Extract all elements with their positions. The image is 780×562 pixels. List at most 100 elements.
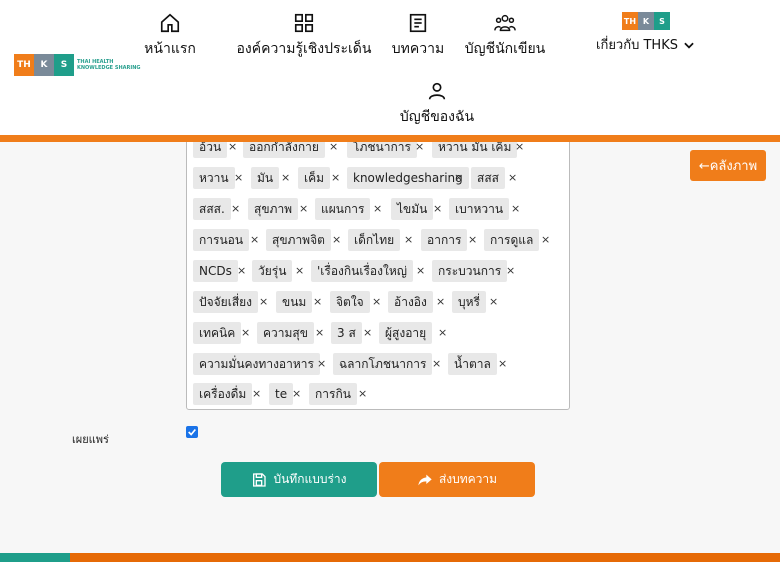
tag-remove-icon[interactable]: × (433, 198, 442, 220)
nav-about[interactable]: TH K S เกี่ยวกับ THKS (596, 12, 696, 55)
tag: เค็ม (298, 167, 331, 189)
tag: สุขภาพ (248, 198, 299, 220)
tag-remove-icon[interactable]: × (315, 322, 324, 344)
users-icon (494, 14, 516, 32)
tag: ความมั่นคงทางอาหาร (193, 353, 320, 375)
logo-letters-th: TH (14, 54, 34, 76)
tag-remove-icon[interactable]: × (358, 383, 367, 405)
tag: เครื่องดื่ม (193, 383, 253, 405)
nav-articles[interactable]: บทความ (388, 12, 448, 60)
site-logo[interactable]: TH K S THAI HEALTH KNOWLEDGE SHARING (14, 54, 141, 76)
header-accent-bar (0, 135, 780, 142)
tag-remove-icon[interactable]: × (259, 291, 268, 313)
tag-remove-icon[interactable]: × (281, 167, 290, 189)
tag: ผู้สูงอายุ (379, 322, 433, 344)
check-icon (188, 428, 196, 436)
nav-my-account-label: บัญชีของฉัน (399, 109, 475, 125)
tag: สสส. (193, 198, 231, 220)
tag: สสส (471, 167, 505, 189)
tag: ฉลากโภชนาการ (333, 353, 433, 375)
tag: การกิน (309, 383, 357, 405)
tag-remove-icon[interactable]: × (404, 229, 413, 251)
tag-input-box[interactable]: อ้วน × ออกกำลังกาย × โภชนาการ × หวาน มัน… (186, 120, 570, 410)
nav-topics-label: องค์ความรู้เชิงประเด็น (236, 41, 372, 57)
tag: น้ำตาล (448, 353, 497, 375)
nav-writers[interactable]: บัญชีนักเขียน (462, 12, 548, 60)
tag-remove-icon[interactable]: × (373, 198, 382, 220)
tag: ไขมัน (391, 198, 434, 220)
tag-remove-icon[interactable]: × (250, 229, 259, 251)
tag-remove-icon[interactable]: × (489, 291, 498, 313)
tag: ปัจจัยเสี่ยง (193, 291, 259, 313)
share-arrow-icon (418, 474, 432, 485)
tag: 3 ส (331, 322, 362, 344)
tag-remove-icon[interactable]: × (506, 260, 515, 282)
nav-writers-label: บัญชีนักเขียน (464, 41, 546, 57)
tag-remove-icon[interactable]: × (292, 383, 301, 405)
tag: 'เรื่องกินเรื่องใหญ่ (311, 260, 413, 282)
tag: หวาน (193, 167, 235, 189)
submit-article-label: ส่งบทความ (438, 472, 498, 486)
tag-remove-icon[interactable]: × (438, 322, 447, 344)
nav-articles-label: บทความ (391, 41, 445, 57)
about-logo: TH K S (622, 12, 670, 30)
tag-remove-icon[interactable]: × (372, 291, 381, 313)
tag-remove-icon[interactable]: × (313, 291, 322, 313)
tag-remove-icon[interactable]: × (237, 260, 246, 282)
submit-article-button[interactable]: ส่งบทความ (379, 462, 535, 497)
tag-remove-icon[interactable]: × (498, 353, 507, 375)
tag: บุหรี่ (452, 291, 486, 313)
tag-remove-icon[interactable]: × (541, 229, 550, 251)
image-gallery-button[interactable]: ←คลังภาพ (690, 150, 766, 181)
grid-icon (294, 13, 314, 33)
tag-remove-icon[interactable]: × (331, 167, 340, 189)
tag-remove-icon[interactable]: × (231, 198, 240, 220)
save-draft-button[interactable]: บันทึกแบบร่าง (221, 462, 377, 497)
about-logo-k: K (638, 12, 654, 30)
user-icon (428, 82, 446, 100)
about-logo-s: S (654, 12, 670, 30)
tag-remove-icon[interactable]: × (363, 322, 372, 344)
tag-remove-icon[interactable]: × (234, 167, 243, 189)
save-draft-label: บันทึกแบบร่าง (273, 472, 347, 486)
tag: การดูแล (484, 229, 540, 251)
tag-remove-icon[interactable]: × (317, 353, 326, 375)
logo-letters-s: S (54, 54, 74, 76)
tag-remove-icon[interactable]: × (252, 383, 261, 405)
tag-remove-icon[interactable]: × (332, 229, 341, 251)
tag: วัยรุ่น (252, 260, 293, 282)
chevron-down-icon (684, 42, 694, 49)
footer-bar-orange (70, 553, 780, 562)
site-header: TH K S THAI HEALTH KNOWLEDGE SHARING หน้… (0, 0, 780, 135)
tag: te (269, 383, 294, 405)
tag-remove-icon[interactable]: × (508, 167, 517, 189)
tag: อาการ (421, 229, 468, 251)
nav-home[interactable]: หน้าแรก (142, 12, 198, 60)
tag-remove-icon[interactable]: × (416, 260, 425, 282)
nav-my-account[interactable]: บัญชีของฉัน (392, 80, 482, 128)
nav-home-label: หน้าแรก (144, 41, 196, 57)
publish-checkbox[interactable] (186, 426, 198, 438)
tag-remove-icon[interactable]: × (511, 198, 520, 220)
tag-remove-icon[interactable]: × (468, 229, 477, 251)
tag: knowledgesharing (347, 167, 469, 189)
nav-topics[interactable]: องค์ความรู้เชิงประเด็น (234, 12, 374, 60)
tag: ความสุข (257, 322, 314, 344)
tag: NCDs (193, 260, 238, 282)
tag-remove-icon[interactable]: × (454, 167, 463, 189)
tag-remove-icon[interactable]: × (241, 322, 250, 344)
home-icon (160, 13, 180, 33)
tag-remove-icon[interactable]: × (432, 353, 441, 375)
document-icon (409, 13, 427, 33)
tag: แผนการ (315, 198, 371, 220)
tag: เทคนิค (193, 322, 242, 344)
logo-letters-k: K (34, 54, 54, 76)
tag: ขนม (276, 291, 313, 313)
tag: กระบวนการ (432, 260, 508, 282)
footer-bar-teal (0, 553, 70, 562)
logo-text: THAI HEALTH KNOWLEDGE SHARING (77, 59, 141, 71)
publish-label: เผยแพร่ (72, 433, 109, 446)
tag-remove-icon[interactable]: × (299, 198, 308, 220)
tag-remove-icon[interactable]: × (295, 260, 304, 282)
tag-remove-icon[interactable]: × (436, 291, 445, 313)
